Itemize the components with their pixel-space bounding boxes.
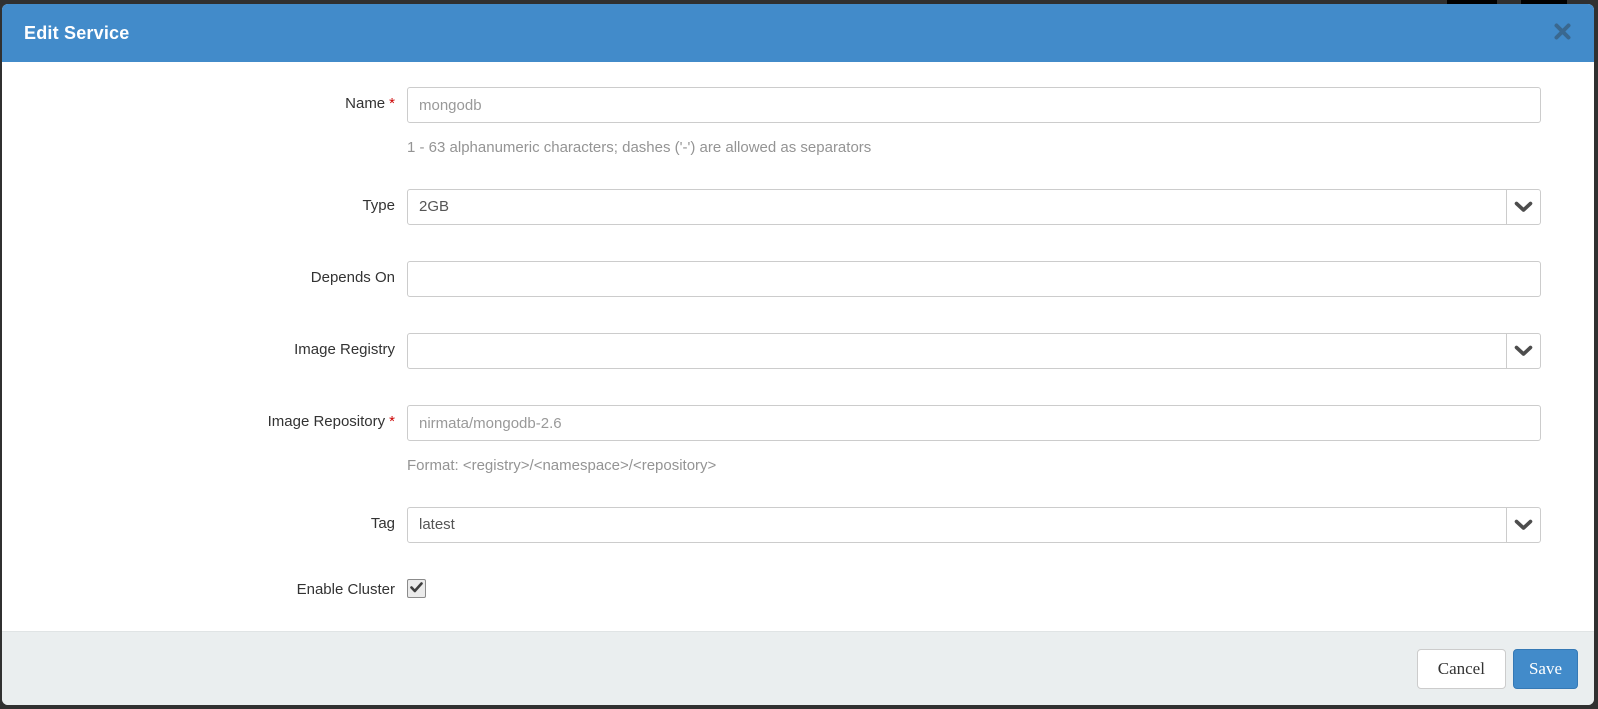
name-label: Name * xyxy=(345,95,395,112)
dialog-body: Name* 1 - 63 alphanumeric characters; da… xyxy=(2,62,1594,598)
cancel-button[interactable]: Cancel xyxy=(1416,648,1506,689)
type-select-value: 2GB xyxy=(419,198,450,215)
tag-select[interactable]: latest xyxy=(407,507,1541,543)
dialog-footer: Cancel Save xyxy=(2,631,1594,705)
depends-on-label: Depends On xyxy=(310,269,395,286)
image-repository-help-text: Format: <registry>/<namespace>/<reposito… xyxy=(407,457,717,474)
required-asterisk: * xyxy=(389,413,395,430)
form-row-image-repository: Image Repository* Format: <registry>/<na… xyxy=(2,405,1594,474)
chevron-down-icon xyxy=(1506,508,1540,542)
image-repository-label: Image Repository * xyxy=(267,413,395,430)
required-asterisk: * xyxy=(389,95,395,112)
form-row-enable-cluster: Enable Cluster xyxy=(2,579,1594,598)
form-row-image-registry: Image Registry xyxy=(2,333,1594,369)
type-select[interactable]: 2GB xyxy=(407,189,1541,225)
depends-on-input[interactable] xyxy=(407,261,1541,297)
edit-service-dialog: Edit Service Name* 1 - 63 alphanumeric c… xyxy=(2,4,1594,705)
name-input[interactable] xyxy=(407,87,1541,123)
form-row-type: Type 2GB xyxy=(2,189,1594,225)
tag-select-value: latest xyxy=(419,516,455,533)
dialog-header: Edit Service xyxy=(2,4,1594,62)
image-registry-select[interactable] xyxy=(407,333,1541,369)
chevron-down-icon xyxy=(1506,190,1540,224)
checkmark-icon xyxy=(410,580,423,598)
enable-cluster-label: Enable Cluster xyxy=(296,581,395,598)
tag-label: Tag xyxy=(370,515,395,532)
close-button[interactable] xyxy=(1551,22,1573,44)
image-repository-input[interactable] xyxy=(407,405,1541,441)
enable-cluster-checkbox[interactable] xyxy=(407,579,426,598)
chevron-down-icon xyxy=(1506,334,1540,368)
form-row-name: Name* 1 - 63 alphanumeric characters; da… xyxy=(2,87,1594,156)
close-icon xyxy=(1554,23,1571,43)
dialog-title: Edit Service xyxy=(24,22,130,43)
form-row-tag: Tag latest xyxy=(2,507,1594,543)
form-row-depends-on: Depends On xyxy=(2,261,1594,297)
save-button[interactable]: Save xyxy=(1512,648,1578,689)
name-help-text: 1 - 63 alphanumeric characters; dashes (… xyxy=(407,139,872,156)
image-registry-label: Image Registry xyxy=(294,341,395,358)
type-label: Type xyxy=(362,197,395,214)
